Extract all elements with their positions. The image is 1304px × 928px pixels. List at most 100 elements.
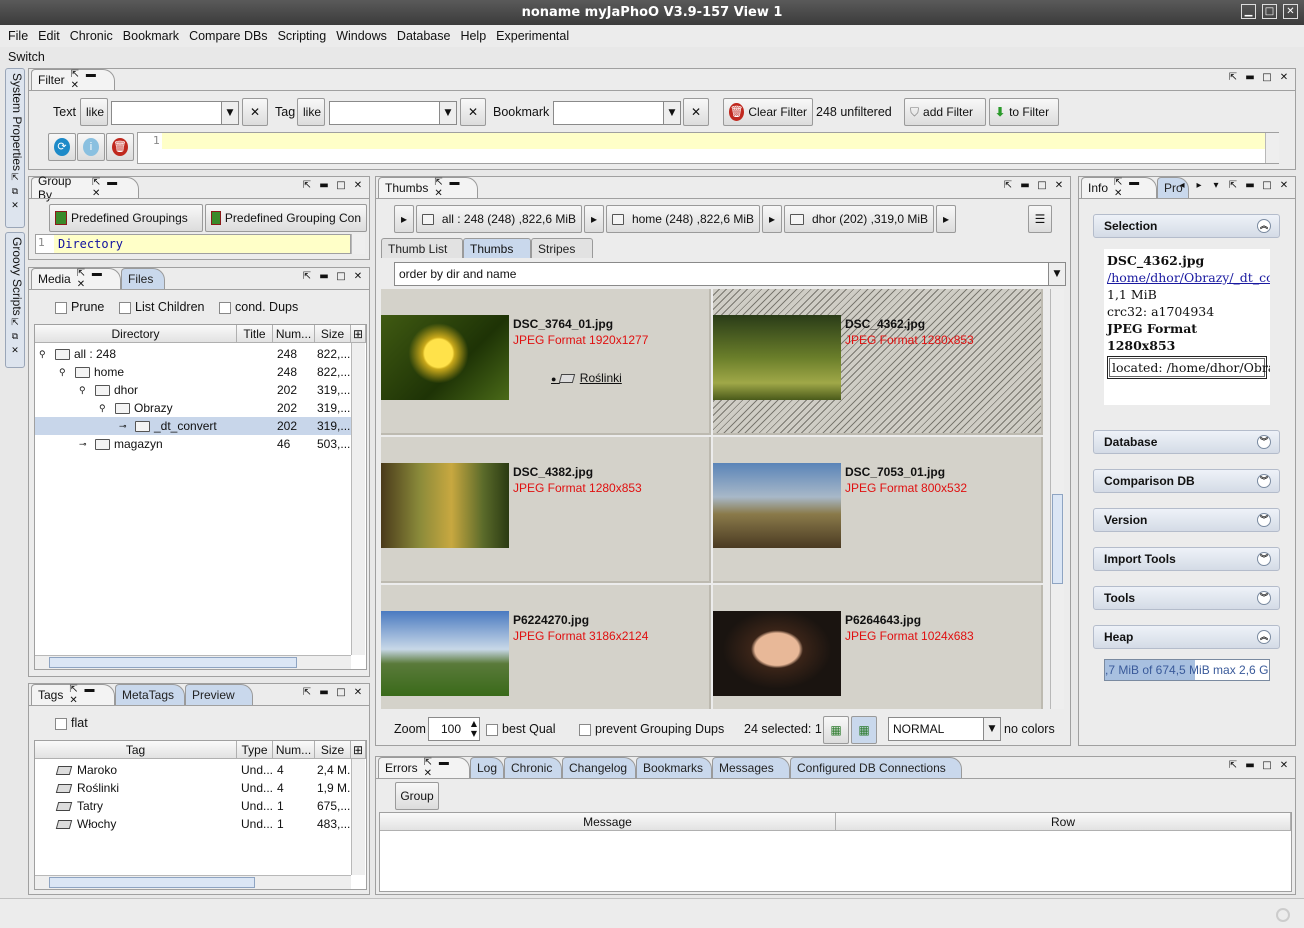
subtab-thumb-list[interactable]: Thumb List — [381, 238, 463, 258]
minimize-button[interactable]: ▁ — [1241, 4, 1256, 19]
thumb-cell[interactable]: P6264643.jpg JPEG Format 1024x683 — [713, 585, 1043, 709]
thumb-cell[interactable]: DSC_4382.jpg JPEG Format 1280x853 — [381, 437, 711, 583]
maximize-button[interactable]: □ — [1262, 4, 1277, 19]
thumb-cell-selected[interactable]: DSC_4362.jpg JPEG Format 1280x853 — [713, 289, 1043, 435]
chevron-down-icon[interactable]: ▼ — [663, 102, 680, 124]
flat-checkbox[interactable]: flat — [55, 716, 88, 730]
best-qual-checkbox[interactable]: best Qual — [486, 722, 556, 736]
tree-row[interactable]: ⚲ all : 248 248 822,... — [35, 345, 351, 363]
expand-icon[interactable]: ︾ — [1257, 591, 1271, 605]
side-tab-controls[interactable]: ⇱ ⧉ ✕ — [6, 171, 24, 213]
thumb-cell[interactable]: P6224270.jpg JPEG Format 3186x2124 — [381, 585, 711, 709]
predefined-grouping-con-button[interactable]: Predefined Grouping Con — [205, 204, 367, 232]
tree-row[interactable]: ⚲ dhor 202 319,... — [35, 381, 351, 399]
crumb-nav-button[interactable]: ▸ — [936, 205, 956, 233]
tab-preview[interactable]: Preview — [185, 684, 253, 705]
tab-group-by[interactable]: Group By ⇱ ▬ ✕ — [31, 174, 139, 202]
expand-icon[interactable]: ︾ — [1257, 474, 1271, 488]
crumb-all[interactable]: all : 248 (248) ,822,6 MiB — [416, 205, 582, 233]
tab-controls[interactable]: ⇱ ▬ ✕ — [71, 69, 108, 91]
side-tab-groovy-scripts[interactable]: Groovy Scripts ⇱ ⧉ ✕ — [5, 232, 25, 368]
text-filter-combo[interactable]: ▼ — [111, 101, 239, 125]
menu-chronic[interactable]: Chronic — [66, 29, 117, 43]
section-comparison-db[interactable]: Comparison DB ︾ — [1093, 469, 1280, 493]
bookmark-clear-button[interactable]: ✕ — [683, 98, 709, 126]
chevron-down-icon[interactable]: ▼ — [983, 718, 1000, 740]
tags-table[interactable]: Tag Type Num... Size ... ⊞ MarokoUnd...4… — [34, 740, 367, 890]
panel-controls[interactable]: ⇱ ▬ □ ✕ — [300, 686, 365, 700]
crumb-nav-button[interactable]: ▸ — [762, 205, 782, 233]
panel-controls[interactable]: ⇱ ▬ □ ✕ — [1001, 179, 1066, 193]
to-filter-button[interactable]: ⬇ to Filter — [989, 98, 1059, 126]
tab-messages[interactable]: Messages — [712, 757, 790, 778]
tab-controls[interactable]: ⇱ ▬ ✕ — [77, 268, 114, 290]
section-database[interactable]: Database ︾ — [1093, 430, 1280, 454]
col-size[interactable]: Size ... — [315, 325, 351, 343]
errors-table[interactable]: Message Row — [379, 812, 1292, 892]
side-tab-system-properties[interactable]: System Properties ⇱ ⧉ ✕ — [5, 68, 25, 228]
tags-vscroll[interactable] — [351, 759, 365, 875]
expand-icon[interactable]: ︾ — [1257, 435, 1271, 449]
cond-dups-checkbox[interactable]: cond. Dups — [219, 300, 298, 314]
tree-row[interactable]: ⊸ magazyn 46 503,... — [35, 435, 351, 453]
subtab-thumbs[interactable]: Thumbs — [463, 238, 531, 258]
tab-controls[interactable]: ⇱ ▬ ✕ — [1114, 177, 1150, 199]
chevron-down-icon[interactable]: ▼ — [439, 102, 456, 124]
menu-compare-dbs[interactable]: Compare DBs — [185, 29, 272, 43]
clear-filter-button[interactable]: 🗑 Clear Filter — [723, 98, 813, 126]
tag-row[interactable]: Maroko Und... 4 2,4 M... — [35, 761, 357, 779]
panel-controls[interactable]: ◂ ▸ ▾ ⇱ ▬ □ ✕ — [1175, 179, 1291, 193]
refresh-button[interactable]: ⟳ — [48, 133, 76, 161]
thumb-tag[interactable]: ● Roślinki — [551, 371, 622, 385]
col-directory[interactable]: Directory — [35, 325, 237, 343]
text-clear-button[interactable]: ✕ — [242, 98, 268, 126]
media-tree-table[interactable]: Directory Title Num... Size ... ⊞ ⚲all :… — [34, 324, 367, 670]
tab-errors[interactable]: Errors ⇱ ▬ ✕ — [378, 757, 470, 779]
column-chooser-icon[interactable]: ⊞ — [351, 325, 366, 343]
tag-row[interactable]: Włochy Und... 1 483,... — [35, 815, 351, 833]
tab-controls[interactable]: ⇱ ▬ ✕ — [434, 177, 471, 199]
menu-windows[interactable]: Windows — [332, 29, 391, 43]
expand-icon[interactable]: ︾ — [1257, 552, 1271, 566]
menu-edit[interactable]: Edit — [34, 29, 64, 43]
menu-experimental[interactable]: Experimental — [492, 29, 573, 43]
tab-tags[interactable]: Tags ⇱ ▬ ✕ — [31, 684, 115, 706]
panel-controls[interactable]: ⇱ ▬ □ ✕ — [1226, 759, 1291, 773]
expand-icon[interactable]: ︾ — [1257, 513, 1271, 527]
delete-button[interactable]: 🗑 — [106, 133, 134, 161]
tab-controls[interactable]: ⇱ ▬ ✕ — [424, 757, 463, 779]
crumb-dhor[interactable]: dhor (202) ,319,0 MiB — [784, 205, 934, 233]
menu-help[interactable]: Help — [456, 29, 490, 43]
crumb-menu-button[interactable]: ☰ — [1028, 205, 1052, 233]
switch-label[interactable]: Switch — [8, 50, 45, 64]
subtab-stripes[interactable]: Stripes — [531, 238, 593, 258]
text-like-button[interactable]: like — [80, 98, 108, 126]
tab-thumbs-panel[interactable]: Thumbs ⇱ ▬ ✕ — [378, 177, 478, 199]
panel-controls[interactable]: ⇱ ▬ □ ✕ — [1226, 71, 1291, 85]
thumbs-grid[interactable]: DSC_3764_01.jpg JPEG Format 1920x1277 ● … — [381, 289, 1065, 709]
selection-path-link[interactable]: /home/dhor/Obrazy/_dt_conv — [1107, 269, 1270, 286]
tab-filter[interactable]: Filter ⇱ ▬ ✕ — [31, 69, 115, 91]
col-tag[interactable]: Tag — [35, 741, 237, 759]
col-num[interactable]: Num... — [273, 325, 315, 343]
col-message[interactable]: Message — [380, 813, 836, 831]
chevron-down-icon[interactable]: ▼ — [1048, 263, 1065, 285]
tag-row[interactable]: Tatry Und... 1 675,... — [35, 797, 351, 815]
tab-configured-db-connections[interactable]: Configured DB Connections — [790, 757, 962, 778]
tree-row[interactable]: ⚲ Obrazy 202 319,... — [35, 399, 351, 417]
tree-row-selected[interactable]: ⊸ _dt_convert 202 319,... — [35, 417, 351, 435]
prune-checkbox[interactable]: Prune — [55, 300, 104, 314]
add-filter-button[interactable]: ⛉ add Filter — [904, 98, 986, 126]
section-import-tools[interactable]: Import Tools ︾ — [1093, 547, 1280, 571]
thumb-cell[interactable]: DSC_3764_01.jpg JPEG Format 1920x1277 ● … — [381, 289, 711, 435]
filter-editor-scrollbar[interactable] — [1265, 133, 1279, 163]
tag-like-button[interactable]: like — [297, 98, 325, 126]
bookmark-filter-combo[interactable]: ▼ — [553, 101, 681, 125]
tab-controls[interactable]: ⇱ ▬ ✕ — [92, 177, 132, 199]
tab-bookmarks[interactable]: Bookmarks — [636, 757, 712, 778]
group-button[interactable]: Group — [395, 782, 439, 810]
thumb-cell[interactable]: DSC_7053_01.jpg JPEG Format 800x532 — [713, 437, 1043, 583]
section-tools[interactable]: Tools ︾ — [1093, 586, 1280, 610]
tab-chronic[interactable]: Chronic — [504, 757, 562, 778]
tag-clear-button[interactable]: ✕ — [460, 98, 486, 126]
